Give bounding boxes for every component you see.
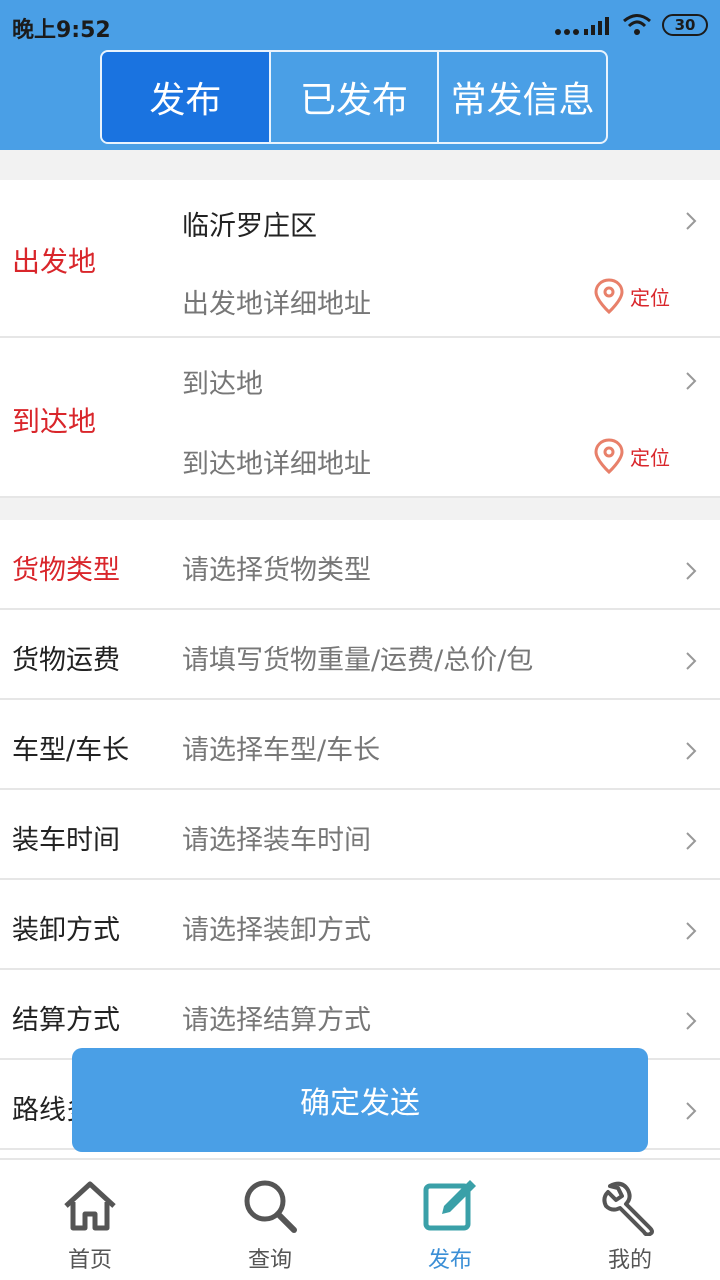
tab-segment: 发布 已发布 常发信息 <box>100 50 608 144</box>
cargo-type-select[interactable]: 请选择货物类型 <box>182 548 371 587</box>
cargo-type-label: 货物类型 <box>12 555 120 586</box>
handling-method-select[interactable]: 请选择装卸方式 <box>182 908 371 947</box>
vehicle-label: 车型/车长 <box>12 735 130 766</box>
destination-label: 到达地 <box>12 405 97 438</box>
cargo-type-row[interactable]: 货物类型 请选择货物类型 <box>0 520 720 610</box>
chevron-right-icon <box>686 212 697 230</box>
destination-row[interactable]: 到达地 到达地 到达地详细地址 定位 <box>0 340 720 498</box>
loading-time-row[interactable]: 装车时间 请选择装车时间 <box>0 790 720 880</box>
nav-mine-label: 我的 <box>607 1248 652 1273</box>
location-section: 出发地 临沂罗庄区 出发地详细地址 定位 到达地 到达地 到达地详细地址 定位 <box>0 180 720 498</box>
origin-locate-label: 定位 <box>630 285 670 310</box>
vehicle-select[interactable]: 请选择车型/车长 <box>182 728 380 767</box>
freight-label: 货物运费 <box>12 645 120 676</box>
signal-icon <box>555 17 609 35</box>
location-pin-icon <box>594 438 624 474</box>
chevron-right-icon <box>686 372 697 390</box>
loading-time-label: 装车时间 <box>12 825 120 856</box>
nav-home-label: 首页 <box>67 1248 112 1273</box>
nav-home[interactable]: 首页 <box>0 1160 180 1280</box>
nav-search[interactable]: 查询 <box>180 1160 360 1280</box>
home-icon <box>64 1181 116 1231</box>
handling-method-row[interactable]: 装卸方式 请选择装卸方式 <box>0 880 720 970</box>
settlement-select[interactable]: 请选择结算方式 <box>182 998 371 1037</box>
vehicle-row[interactable]: 车型/车长 请选择车型/车长 <box>0 700 720 790</box>
tab-publish[interactable]: 发布 <box>102 52 269 142</box>
tab-frequent-info[interactable]: 常发信息 <box>437 52 606 142</box>
chevron-right-icon <box>686 742 697 760</box>
nav-publish-label: 发布 <box>427 1248 472 1273</box>
settlement-row[interactable]: 结算方式 请选择结算方式 <box>0 970 720 1060</box>
chevron-right-icon <box>686 922 697 940</box>
nav-mine[interactable]: 我的 <box>540 1160 720 1280</box>
origin-city[interactable]: 临沂罗庄区 <box>182 204 317 243</box>
status-bar: 晚上9:52 30 <box>0 0 720 50</box>
search-icon <box>244 1180 297 1233</box>
loading-time-select[interactable]: 请选择装车时间 <box>182 818 371 857</box>
edit-icon <box>423 1180 476 1231</box>
nav-search-label: 查询 <box>247 1248 292 1273</box>
destination-detail-field[interactable]: 到达地详细地址 <box>182 442 371 481</box>
location-pin-icon <box>594 278 624 314</box>
settlement-label: 结算方式 <box>12 1005 120 1036</box>
destination-locate-label: 定位 <box>630 445 670 470</box>
destination-city-field[interactable]: 到达地 <box>182 362 263 401</box>
chevron-right-icon <box>686 562 697 580</box>
origin-detail-field[interactable]: 出发地详细地址 <box>182 282 371 321</box>
nav-publish[interactable]: 发布 <box>360 1160 540 1280</box>
handling-method-label: 装卸方式 <box>12 915 120 946</box>
tab-published[interactable]: 已发布 <box>268 52 438 142</box>
origin-label: 出发地 <box>12 245 97 278</box>
chevron-right-icon <box>686 1102 697 1120</box>
wrench-icon <box>602 1181 654 1236</box>
chevron-right-icon <box>686 652 697 670</box>
battery-indicator: 30 <box>662 14 708 36</box>
chevron-right-icon <box>686 832 697 850</box>
freight-input[interactable]: 请填写货物重量/运费/总价/包 <box>182 638 533 677</box>
header-bar: 晚上9:52 30 发布 已发布 常发信息 <box>0 0 720 150</box>
confirm-send-button[interactable]: 确定发送 <box>72 1048 648 1152</box>
destination-locate-button[interactable]: 定位 <box>594 438 670 474</box>
origin-locate-button[interactable]: 定位 <box>594 278 670 314</box>
wifi-icon <box>623 14 651 35</box>
status-time: 晚上9:52 <box>12 18 111 43</box>
origin-row[interactable]: 出发地 临沂罗庄区 出发地详细地址 定位 <box>0 180 720 338</box>
chevron-right-icon <box>686 1012 697 1030</box>
bottom-nav: 首页 查询 发布 我的 <box>0 1158 720 1280</box>
freight-row[interactable]: 货物运费 请填写货物重量/运费/总价/包 <box>0 610 720 700</box>
